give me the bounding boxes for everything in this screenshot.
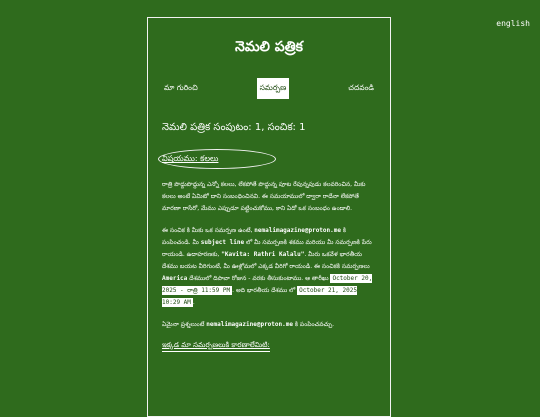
submission-text-f: . అది భారతీయ దేశము లో [232, 287, 296, 294]
submission-text-e: దేశములో దిపావా రోజున - వరకు తీసుకుంటాము.… [189, 275, 329, 282]
questions-paragraph: ఏమైనా ప్రశ్నలుంటే nemalimagazine@proton.… [162, 319, 376, 331]
america-label: America [162, 275, 188, 282]
subject-line-label: subject line [200, 239, 245, 246]
nav-submission[interactable]: సమర్పణ [256, 78, 290, 99]
submission-paragraph: ఈ సంచిక కి మీకు ఒక సమర్పణ ఉంటే, nemalima… [162, 225, 376, 309]
questions-text-b: కి పంపించవచ్చు. [294, 321, 335, 328]
questions-text-a: ఏమైనా ప్రశ్నలుంటే [162, 321, 205, 328]
submission-email[interactable]: nemalimagazine@proton.me [254, 227, 341, 234]
theme-paragraph: రాత్రి పొద్దుపొద్దున్న ఎన్నో కలలు, లేకపో… [162, 181, 366, 212]
example-subject: "Kavita: Rathri Kalalu" [221, 251, 305, 258]
nav-read[interactable]: చదవండి [346, 79, 376, 98]
questions-email[interactable]: nemalimagazine@proton.me [206, 321, 293, 328]
language-link[interactable]: english [496, 19, 530, 28]
magazine-title: నెమలి పత్రిక [235, 39, 303, 55]
issue-heading: నెమలి పత్రిక సంపుటం: 1, సంచిక: 1 [162, 122, 306, 133]
nav-bar: మా గురించి సమర్పణ చదవండి [162, 78, 376, 99]
nav-about[interactable]: మా గురించి [162, 79, 200, 98]
submission-text-a: ఈ సంచిక కి మీకు ఒక సమర్పణ ఉంటే, [162, 227, 253, 234]
topic-block: విషయము: కలలు [158, 149, 376, 169]
submission-text-g: . [192, 299, 195, 306]
magazine-panel: నెమలి పత్రిక మా గురించి సమర్పణ చదవండి నె… [147, 17, 391, 417]
topic-label: విషయము: కలలు [162, 154, 219, 163]
reasons-link[interactable]: ఇక్కడ మా సమర్పణలుకి కారణాలేమిటి: [162, 341, 270, 352]
